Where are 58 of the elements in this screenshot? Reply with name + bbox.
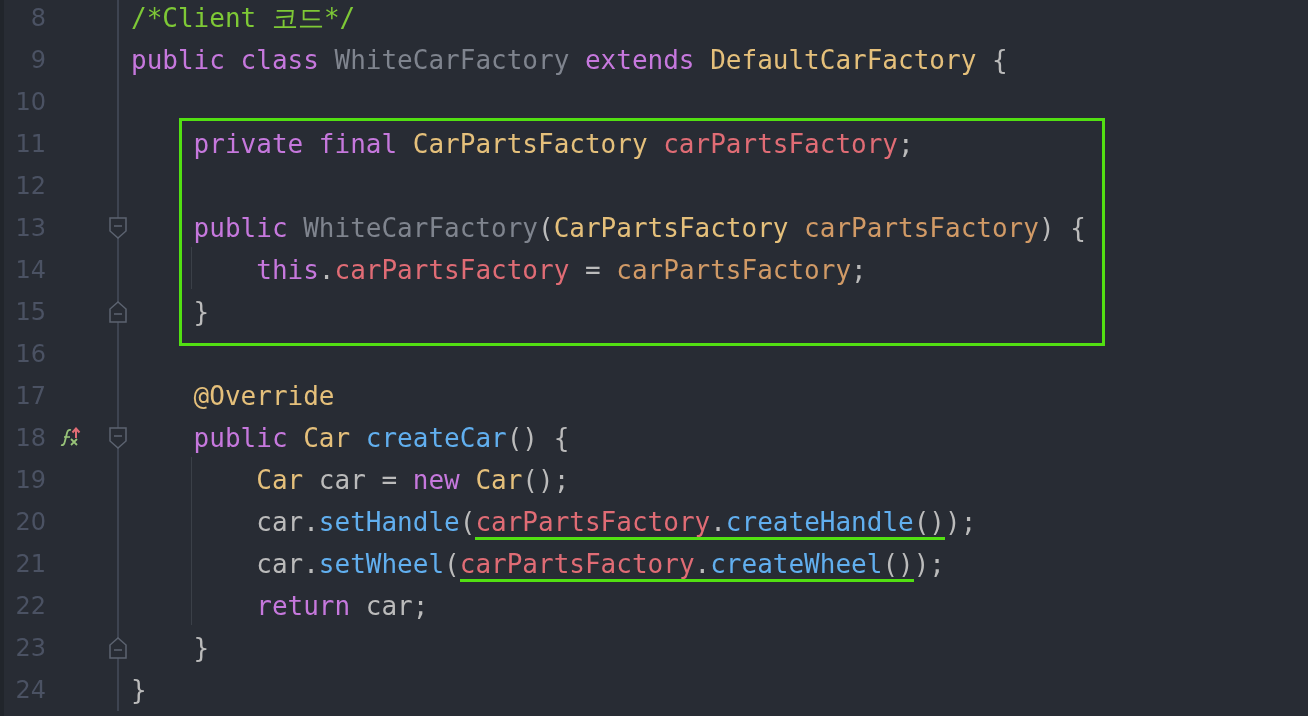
code-token: carPartsFactory [616, 255, 852, 285]
code-token: DefaultCarFactory [710, 45, 978, 75]
code-token: public [192, 213, 289, 243]
code-token: ); [945, 507, 977, 537]
fold-collapse-icon[interactable] [108, 216, 128, 240]
code-token: createCar [365, 423, 507, 453]
code-token: Car [255, 465, 305, 495]
code-token: ; [898, 129, 914, 159]
code-token: setWheel [318, 549, 445, 579]
underlined-code-token: () [882, 549, 914, 582]
code-token: } [131, 675, 147, 705]
code-token: Car [475, 465, 523, 495]
code-token: carPartsFactory [334, 255, 570, 285]
underlined-code-token: createWheel [710, 549, 883, 582]
code-token: carPartsFactory [663, 129, 899, 159]
code-token: } [192, 633, 210, 663]
code-token: public [192, 423, 289, 453]
fold-collapse-icon[interactable] [108, 426, 128, 450]
code-token: car. [255, 507, 319, 537]
underlined-code-token: carPartsFactory [475, 507, 711, 540]
code-token: CarPartsFactory [412, 129, 649, 159]
code-token: extends [584, 45, 696, 75]
underlined-code-token: . [694, 549, 711, 582]
code-token: WhiteCarFactory [303, 213, 538, 243]
fold-end-icon[interactable] [108, 636, 128, 660]
code-token: (); [522, 465, 570, 495]
code-token: private final [192, 129, 399, 159]
code-token: ) { [1038, 213, 1086, 243]
code-token: ( [538, 213, 554, 243]
code-token: return [255, 591, 352, 621]
code-token: public class [131, 45, 320, 75]
override-function-icon[interactable] [60, 427, 82, 447]
code-token: car. [255, 549, 319, 579]
code-token: car = [318, 465, 399, 495]
code-token: WhiteCarFactory [334, 45, 571, 75]
underlined-code-token: createHandle [725, 507, 914, 540]
code-token: ( [444, 549, 460, 579]
underlined-code-token: carPartsFactory [459, 549, 695, 582]
code-token: ; [851, 255, 867, 285]
code-token: Car [303, 423, 352, 453]
code-token: = [583, 255, 602, 285]
code-token: } [192, 297, 210, 327]
code-token: @Override [192, 381, 335, 411]
underlined-code-token: () [913, 507, 945, 540]
code-token: () { [506, 423, 570, 453]
code-token: ); [913, 549, 945, 579]
code-token: new [412, 465, 461, 495]
code-token: /*Client 코드*/ [131, 3, 356, 33]
code-token: ( [459, 507, 476, 537]
code-token: car; [365, 591, 429, 621]
underlined-code-token: . [710, 507, 726, 540]
fold-end-icon[interactable] [108, 300, 128, 324]
code-token: carPartsFactory [804, 213, 1039, 243]
code-token: CarPartsFactory [553, 213, 790, 243]
code-token: { [991, 45, 1008, 75]
code-token: . [318, 255, 335, 285]
code-token: setHandle [318, 507, 460, 537]
code-token: this [255, 255, 319, 285]
